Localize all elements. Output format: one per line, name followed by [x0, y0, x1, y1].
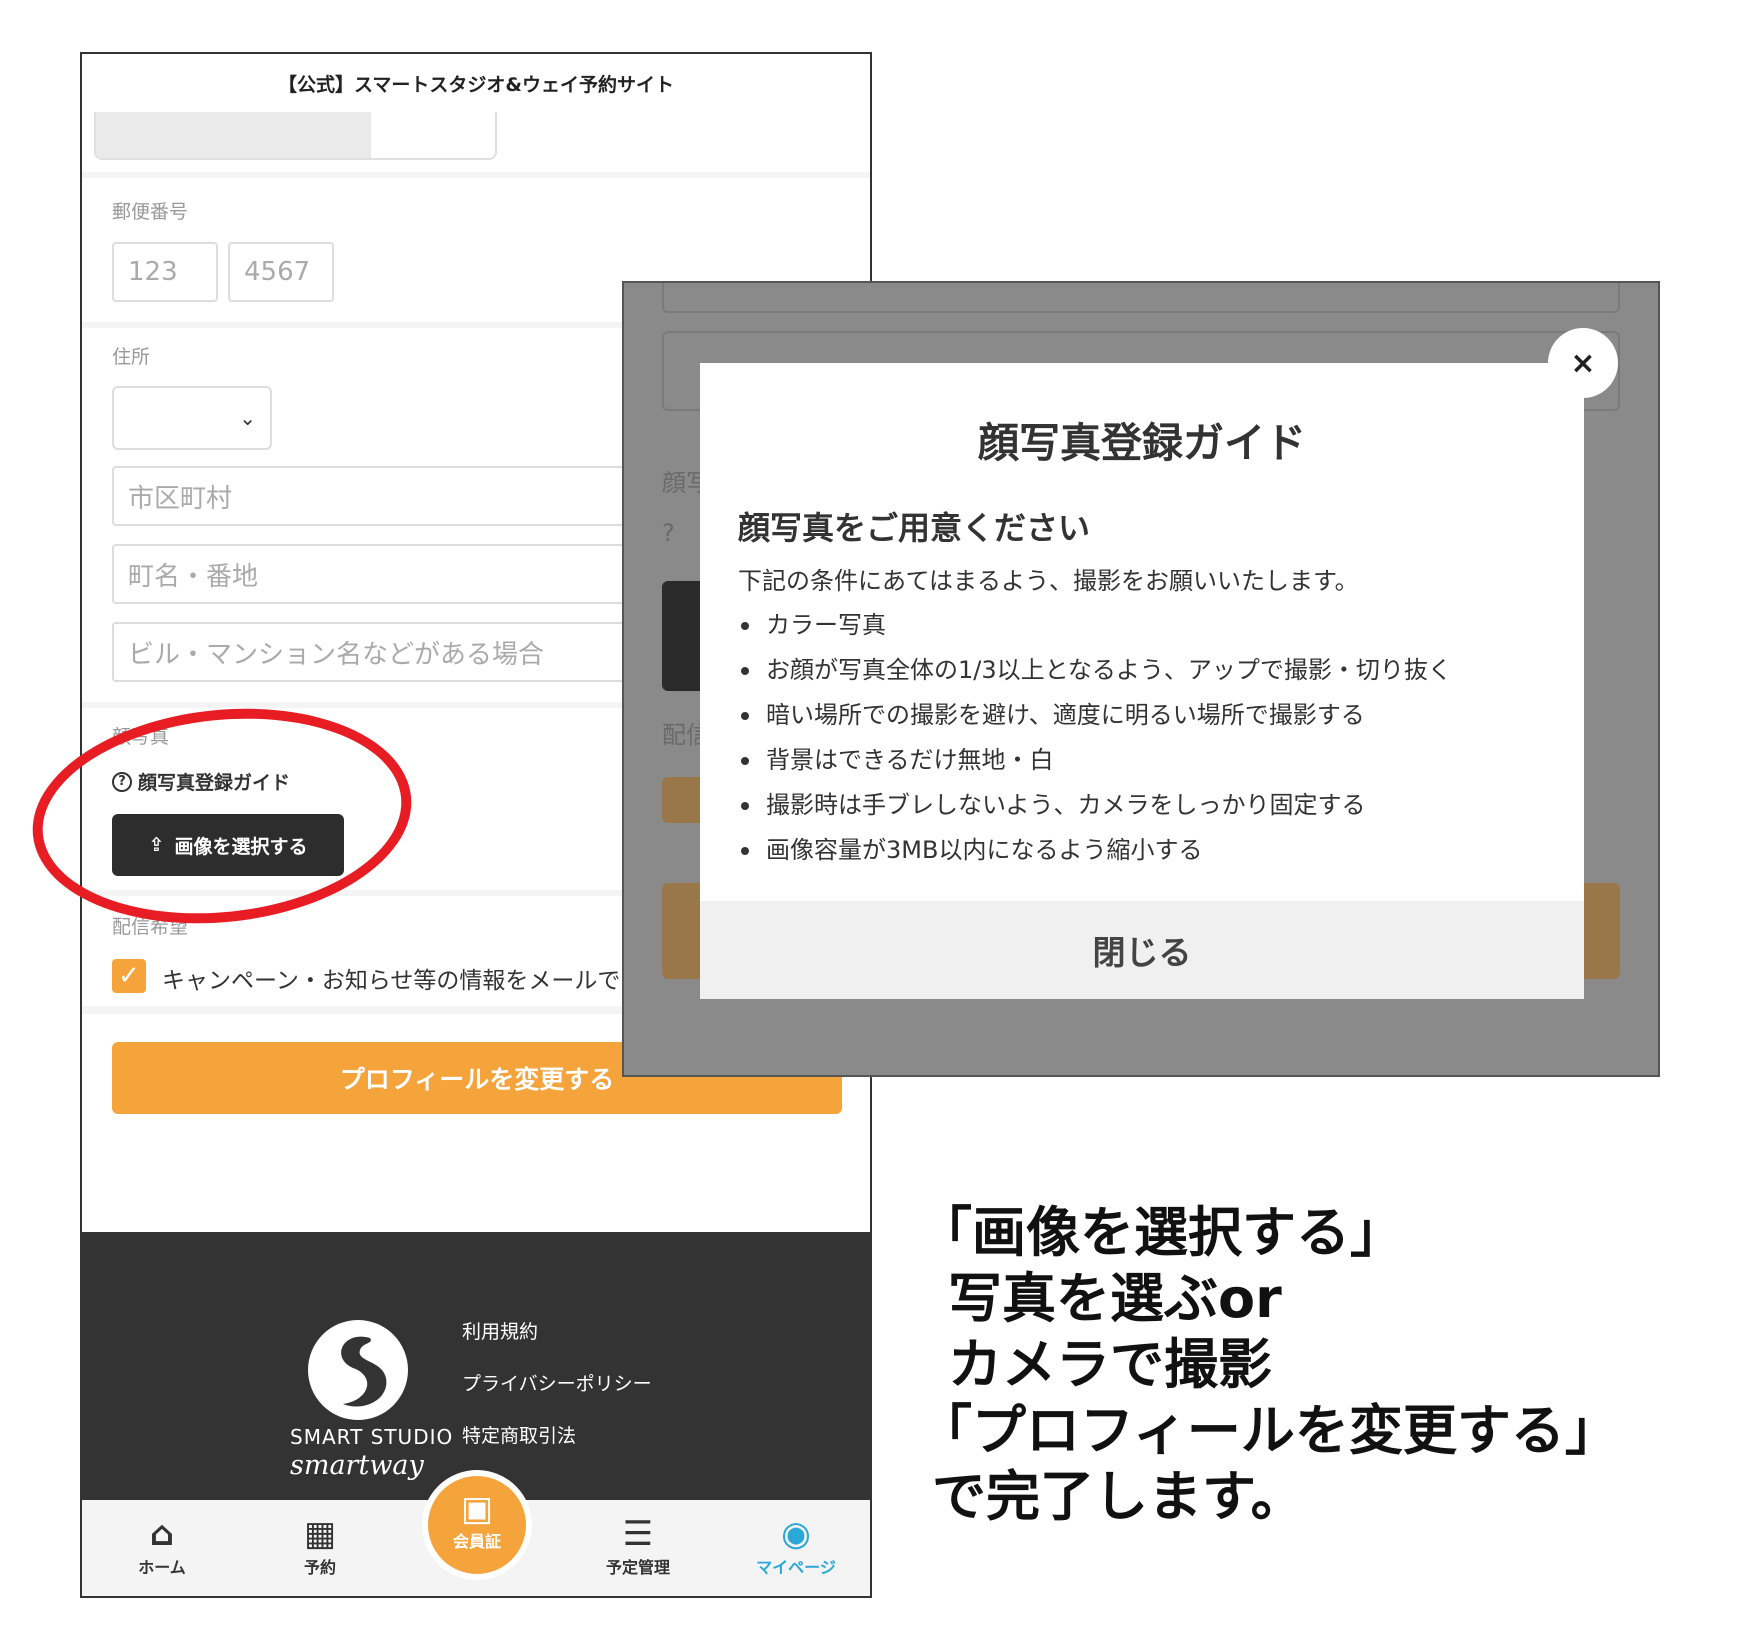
tab-member-card-label: 会員証	[452, 1532, 501, 1551]
close-icon[interactable]: ×	[1548, 328, 1618, 398]
instruction-note: 「画像を選択する」 写真を選ぶor カメラで撮影 「プロフィールを変更する」 で…	[918, 1200, 1619, 1530]
list-item: 暗い場所での撮影を避け、適度に明るい場所で撮影する	[738, 693, 1452, 738]
campaign-checkbox-label: キャンペーン・お知らせ等の情報をメールで	[162, 968, 621, 994]
dialog-title: 顔写真登録ガイド	[978, 419, 1306, 467]
instruction-line: で完了します。	[932, 1465, 1305, 1528]
terms-link[interactable]: 利用規約	[462, 1317, 652, 1344]
divider	[82, 172, 870, 178]
footer-links: 利用規約 プライバシーポリシー 特定商取引法	[462, 1317, 652, 1473]
list-item: カラー写真	[738, 603, 1452, 648]
guide-link-text: 顔写真登録ガイド	[138, 772, 291, 794]
commercial-law-link[interactable]: 特定商取引法	[462, 1421, 652, 1448]
photo-label: 顔写真	[112, 726, 170, 748]
dialog-close-button[interactable]: 閉じる	[700, 901, 1584, 999]
dialog-intro: 下記の条件にあてはまるよう、撮影をお願いいたします。	[738, 567, 1359, 595]
campaign-checkbox[interactable]: ✓	[112, 959, 146, 993]
tab-mypage-label: マイページ	[756, 1558, 836, 1577]
face-photo-guide-link[interactable]: ? 顔写真登録ガイド	[112, 768, 290, 795]
list-icon: ☰	[622, 1514, 654, 1554]
select-image-label: 画像を選択する	[174, 835, 308, 858]
chevron-down-icon: ⌄	[239, 406, 256, 430]
previous-field[interactable]	[94, 112, 497, 160]
face-photo-guide-dialog: 顔写真登録ガイド 顔写真をご用意ください 下記の条件にあてはまるよう、撮影をお願…	[700, 363, 1584, 999]
tab-reserve[interactable]: ▦ 予約	[260, 1514, 380, 1578]
upload-icon: ⇪	[148, 834, 165, 856]
question-icon: ?	[112, 771, 132, 792]
bottom-tab-bar: ⌂ ホーム ▦ 予約 ▣ 会員証 ☰ 予定管理 ◉ マイページ	[82, 1470, 870, 1596]
instruction-line: カメラで撮影	[948, 1333, 1272, 1396]
backdrop-field	[662, 283, 1620, 313]
list-item: 画像容量が3MB以内になるよう縮小する	[738, 828, 1452, 873]
tab-home-label: ホーム	[138, 1558, 186, 1577]
postal-first-input[interactable]: 123	[112, 242, 218, 302]
tab-schedule-label: 予定管理	[605, 1558, 670, 1577]
postal-label: 郵便番号	[112, 201, 189, 223]
instruction-line: 「画像を選択する」	[918, 1201, 1404, 1264]
modal-screenshot: 顔写 ? 配信 顔写真登録ガイド 顔写真をご用意ください 下記の条件にあてはまる…	[622, 281, 1660, 1077]
instruction-line: 「プロフィールを変更する」	[918, 1399, 1619, 1462]
tab-home[interactable]: ⌂ ホーム	[102, 1514, 222, 1578]
home-icon: ⌂	[149, 1514, 175, 1554]
logo-text-smartway: smartway	[290, 1450, 424, 1481]
address-label: 住所	[112, 346, 151, 368]
calendar-icon: ▦	[303, 1514, 337, 1554]
select-image-button[interactable]: ⇪ 画像を選択する	[112, 814, 344, 876]
user-icon: ◉	[781, 1514, 811, 1554]
instruction-line: 写真を選ぶor	[948, 1267, 1282, 1330]
list-item: お顔が写真全体の1/3以上となるよう、アップで撮影・切り抜く	[738, 648, 1452, 693]
backdrop-question-icon: ?	[662, 519, 675, 547]
tab-reserve-label: 予約	[303, 1558, 336, 1577]
tab-mypage[interactable]: ◉ マイページ	[736, 1514, 856, 1578]
tab-member-card[interactable]: ▣ 会員証	[422, 1470, 532, 1580]
qr-code-icon: ▣	[460, 1489, 494, 1529]
dialog-subtitle: 顔写真をご用意ください	[738, 509, 1091, 547]
tab-schedule[interactable]: ☰ 予定管理	[578, 1514, 698, 1578]
guide-list: カラー写真 お顔が写真全体の1/3以上となるよう、アップで撮影・切り抜く 暗い場…	[738, 603, 1452, 873]
delivery-label: 配信希望	[112, 916, 189, 938]
list-item: 撮影時は手ブレしないよう、カメラをしっかり固定する	[738, 783, 1452, 828]
logo-text-smart-studio: SMART STUDIO	[290, 1425, 454, 1449]
check-icon: ✓	[118, 961, 140, 991]
smartway-logo-icon	[308, 1320, 408, 1420]
prefecture-select[interactable]: ⌄	[112, 386, 272, 450]
list-item: 背景はできるだけ無地・白	[738, 738, 1452, 783]
postal-second-input[interactable]: 4567	[228, 242, 334, 302]
site-title: 【公式】スマートスタジオ&ウェイ予約サイト	[82, 54, 870, 112]
privacy-policy-link[interactable]: プライバシーポリシー	[462, 1369, 652, 1396]
